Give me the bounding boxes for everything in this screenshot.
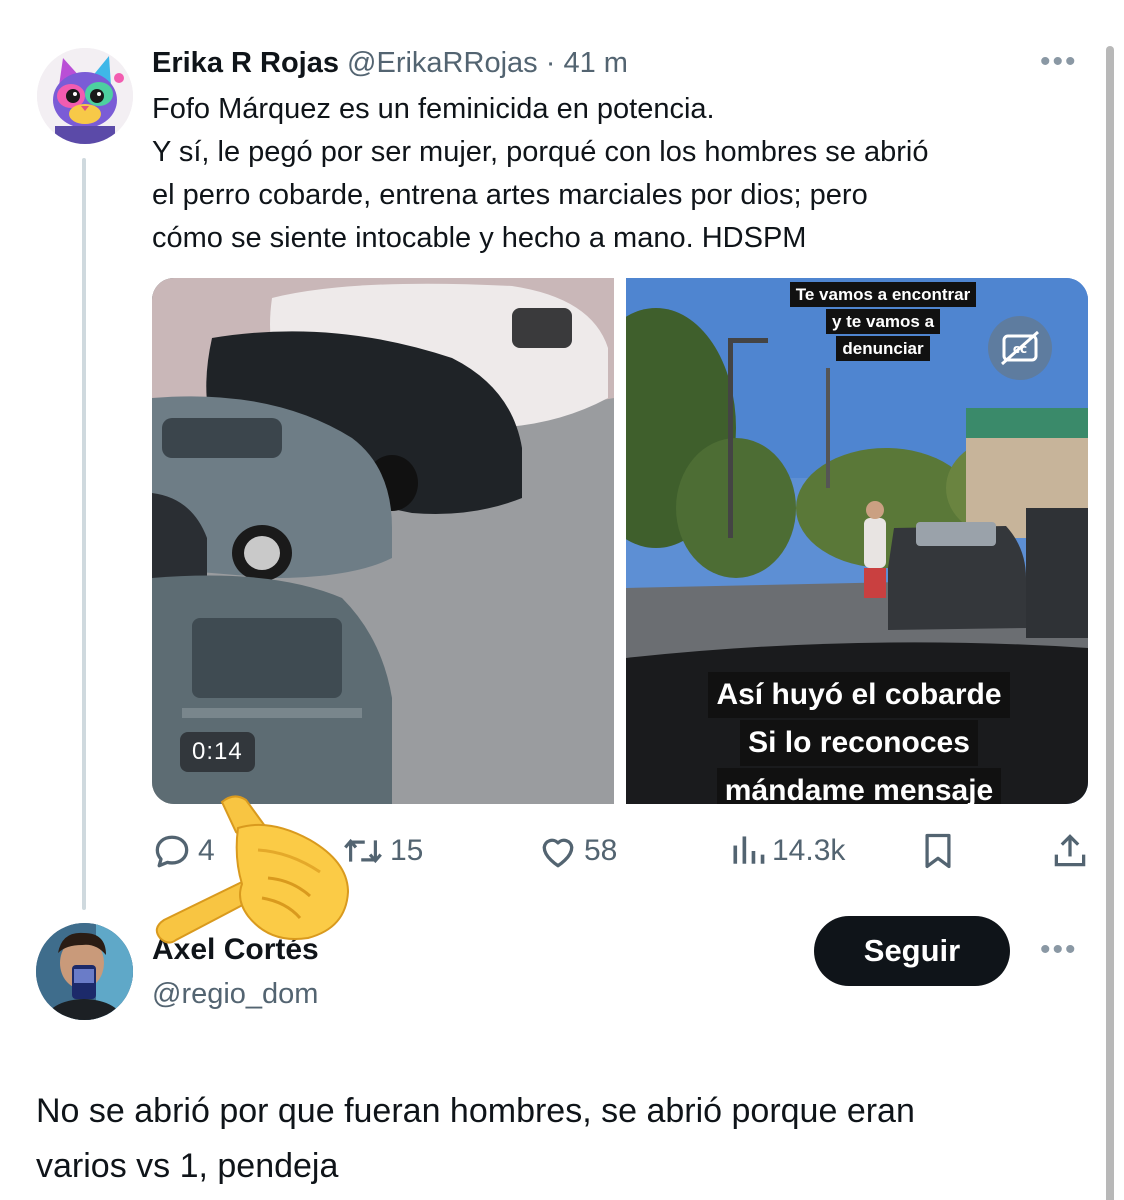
caption-line: y te vamos a (825, 309, 941, 334)
reply-text-line: varios vs 1, pendeja (36, 1147, 339, 1185)
scrollbar[interactable] (1106, 46, 1114, 1200)
more-options-icon[interactable]: ••• (1040, 935, 1078, 965)
tweet-text: Fofo Márquez es un feminicida en potenci… (152, 88, 1092, 260)
reply-author-handle[interactable]: @regio_dom (152, 974, 318, 1014)
bar-chart-icon (733, 836, 765, 864)
heart-icon (542, 838, 574, 868)
header-separator: · (545, 47, 556, 79)
caption-line: Si lo reconoces (740, 720, 978, 766)
views-button[interactable]: 14.3k (728, 826, 845, 876)
video-thumbnail-right[interactable]: Te vamos a encontrar y te vamos a denunc… (626, 278, 1088, 804)
thread-connector-line (82, 158, 86, 910)
caption-line: mándame mensaje (716, 768, 1002, 804)
retweet-count: 15 (390, 834, 424, 867)
tweet-text-line: Fofo Márquez es un feminicida en potenci… (152, 93, 715, 125)
like-button[interactable]: 58 (536, 826, 617, 876)
video-duration: 0:14 (180, 732, 255, 772)
view-count: 14.3k (772, 834, 846, 867)
author-handle[interactable]: @ErikaRRojas (347, 47, 538, 79)
tweet-media[interactable]: 0:14 Te vamos a encontrar y te vamos a d… (152, 278, 1088, 804)
caption-line: Te vamos a encontrar (789, 282, 977, 307)
cat-avatar-image (37, 48, 133, 144)
author-name[interactable]: Erika R Rojas (152, 47, 339, 79)
reply-text-line: No se abrió por que fueran hombres, se a… (36, 1092, 915, 1130)
bookmark-icon (925, 833, 951, 869)
share-upload-icon (1054, 834, 1086, 867)
user-photo-avatar-image (36, 923, 133, 1020)
follow-button[interactable]: Seguir (814, 916, 1010, 986)
more-options-icon[interactable]: ••• (1040, 47, 1078, 77)
like-count: 58 (584, 834, 618, 867)
avatar[interactable] (37, 48, 133, 144)
avatar[interactable] (36, 923, 133, 1020)
video-caption-bottom: Así huyó el cobarde Si lo reconoces mánd… (674, 672, 1044, 804)
video-thumbnail-left[interactable]: 0:14 (152, 278, 614, 804)
pointing-hand-emoji (150, 788, 360, 948)
closed-captions-icon[interactable]: cc (988, 316, 1052, 380)
share-button[interactable] (1050, 826, 1090, 876)
bookmark-button[interactable] (918, 826, 958, 876)
caption-line: Así huyó el cobarde (708, 672, 1010, 718)
tweet-text-line: Y sí, le pegó por ser mujer, porqué con … (152, 136, 929, 168)
caption-line: denunciar (836, 336, 930, 361)
video-caption-top: Te vamos a encontrar y te vamos a denunc… (768, 282, 998, 363)
tweet-timestamp[interactable]: 41 m (563, 47, 627, 79)
tweet-text-line: el perro cobarde, entrena artes marciale… (152, 179, 868, 211)
tweet-text-line: cómo se siente intocable y hecho a mano.… (152, 222, 807, 254)
tweet-header: Erika R Rojas @ErikaRRojas · 41 m (152, 44, 628, 82)
reply-text: No se abrió por que fueran hombres, se a… (36, 1084, 1096, 1194)
parking-lot-image (152, 278, 614, 804)
